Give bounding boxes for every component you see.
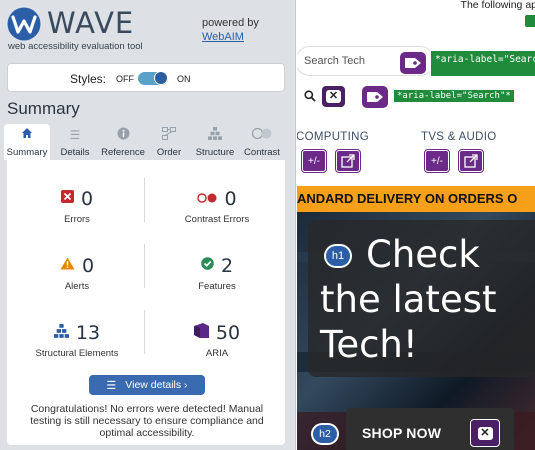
styles-off-label: OFF	[116, 74, 134, 84]
errors-stat[interactable]: 0 Errors	[12, 187, 142, 225]
x-icon: ✕	[477, 426, 493, 440]
search-placeholder: Search Tech	[304, 55, 365, 67]
info-icon	[98, 127, 148, 144]
errors-label: Errors	[64, 214, 90, 225]
hero-line-3: Tech!	[320, 323, 418, 366]
alert-icon	[60, 257, 75, 275]
aria-marker	[525, 15, 535, 27]
tab-order[interactable]: Order	[150, 124, 188, 160]
tab-label: Order	[156, 147, 182, 158]
hero-line-2: the latest	[320, 278, 497, 321]
tab-summary[interactable]: Summary	[4, 124, 50, 160]
features-stat[interactable]: 2 Features	[152, 254, 282, 292]
tab-details[interactable]: ☰ Details	[54, 124, 96, 160]
tab-label: Details	[60, 147, 90, 158]
structural-stat[interactable]: 13 Structural Elements	[12, 321, 142, 359]
hero-card: Check the latest Tech! h1	[308, 220, 535, 377]
order-icon	[150, 127, 188, 144]
congratulations-message: Congratulations! No errors were detected…	[30, 403, 264, 439]
wave-sidebar: WAVE web accessibility evaluation tool p…	[0, 0, 296, 450]
styles-label: Styles:	[70, 72, 107, 86]
structural-label: Structural Elements	[35, 348, 119, 359]
tab-label: Summary	[6, 147, 48, 158]
link-arrow-icon[interactable]	[335, 149, 361, 173]
divider	[144, 178, 145, 222]
wave-tabs: Summary ☰ Details Reference Order Struct…	[4, 124, 286, 160]
h2-badge-text: h2	[313, 425, 337, 443]
webaim-link[interactable]: WebAIM	[202, 30, 259, 44]
styles-on-label: ON	[177, 74, 191, 84]
aria-label-icon[interactable]	[400, 52, 426, 74]
tab-contrast[interactable]: Contrast	[240, 124, 284, 160]
link-arrow-icon[interactable]	[458, 149, 484, 173]
wave-logo-icon	[7, 7, 41, 41]
errors-count: 0	[80, 188, 94, 210]
aria-label-chip: *aria-label="Search"*	[393, 89, 515, 103]
hero-line-1: Check	[366, 233, 480, 276]
wave-tagline: web accessibility evaluation tool	[8, 41, 143, 52]
hero-heading: Check the latest Tech!	[320, 232, 535, 367]
summary-heading: Summary	[7, 99, 80, 118]
expand-button-icon[interactable]: +/-	[424, 149, 450, 173]
view-details-label: View details ›	[125, 379, 188, 391]
alerts-label: Alerts	[64, 281, 90, 292]
structural-count: 13	[75, 322, 101, 344]
error-icon	[60, 190, 74, 208]
h1-heading-icon[interactable]: h1	[324, 244, 352, 268]
aria-stat[interactable]: 50 ARIA	[152, 321, 282, 359]
list-icon: ☰	[69, 128, 81, 142]
features-count: 2	[220, 255, 234, 277]
list-icon: ☰	[106, 379, 117, 392]
tab-label: Structure	[195, 147, 235, 158]
category-computing[interactable]: COMPUTING	[297, 131, 369, 143]
website-preview: The following ap Search Tech *aria-label…	[297, 0, 535, 450]
category-tvs-audio[interactable]: TVS & AUDIO	[421, 131, 497, 143]
alerts-stat[interactable]: 0 Alerts	[12, 254, 142, 292]
structure-icon	[192, 127, 238, 144]
aria-icon	[193, 323, 209, 343]
missing-label-icon[interactable]: ✕	[470, 419, 500, 447]
aria-label: ARIA	[205, 348, 229, 359]
missing-label-icon[interactable]: ✕	[322, 86, 345, 107]
contrast-errors-label: Contrast Errors	[184, 214, 250, 225]
tab-label: Contrast	[244, 147, 280, 158]
tab-structure[interactable]: Structure	[192, 124, 238, 160]
h2-heading-icon[interactable]: h2	[311, 423, 339, 445]
divider	[144, 244, 145, 288]
divider	[144, 310, 145, 354]
features-label: Features	[198, 281, 236, 292]
toggle-knob	[154, 71, 168, 85]
styles-toggle-bar: Styles: OFF ON	[7, 63, 285, 92]
wave-header: WAVE web accessibility evaluation tool p…	[0, 0, 296, 58]
x-icon: ✕	[326, 90, 341, 103]
contrast-errors-stat[interactable]: 0 Contrast Errors	[152, 187, 282, 225]
aria-count: 50	[215, 322, 241, 344]
delivery-banner: ANDARD DELIVERY ON ORDERS O	[297, 186, 535, 212]
view-details-button[interactable]: ☰ View details ›	[89, 375, 205, 395]
home-icon	[4, 127, 50, 144]
tab-label: Reference	[101, 147, 145, 158]
aria-label-icon[interactable]	[362, 86, 388, 108]
contrast-errors-count: 0	[224, 188, 237, 210]
shop-now-label: SHOP NOW	[362, 425, 442, 441]
h1-badge-text: h1	[326, 246, 350, 266]
alerts-count: 0	[81, 255, 95, 277]
contrast-error-icon	[197, 190, 217, 208]
tab-reference[interactable]: Reference	[98, 124, 148, 160]
magnifier-icon[interactable]	[304, 90, 316, 105]
summary-panel: 0 Errors 0 Contrast Errors 0 Alerts 2 Fe…	[7, 160, 285, 445]
expand-button-icon[interactable]: +/-	[301, 149, 327, 173]
wave-logo-text: WAVE	[47, 6, 135, 40]
powered-by-text: powered by	[202, 17, 259, 29]
hero-section: Check the latest Tech! h1 SHOP NOW ✕ h2	[297, 212, 535, 450]
top-notice-text: The following ap	[460, 0, 535, 11]
aria-label-chip: *aria-label="Search"*	[430, 50, 535, 77]
structure-icon	[53, 323, 69, 343]
styles-toggle[interactable]	[138, 71, 168, 85]
contrast-icon	[240, 127, 284, 144]
powered-by: powered by WebAIM	[202, 16, 259, 44]
feature-icon	[201, 257, 214, 275]
